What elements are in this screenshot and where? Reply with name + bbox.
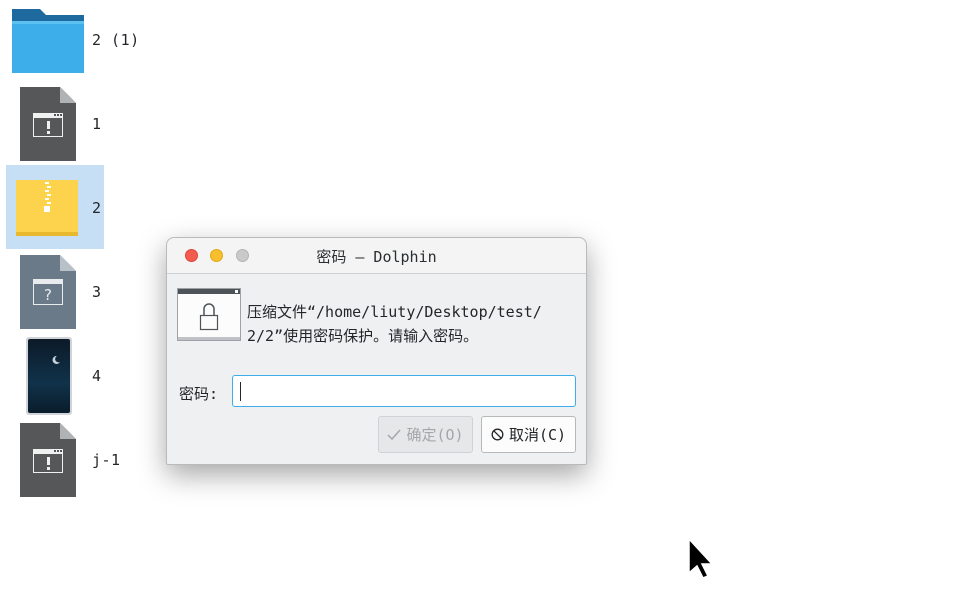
lock-icon — [177, 288, 241, 341]
image-file-icon — [26, 337, 72, 415]
dialog-titlebar[interactable]: 密码 — Dolphin — [167, 238, 586, 274]
desktop-item-folder-2-1[interactable]: 2 (1) — [6, 1, 266, 81]
executable-file-icon — [20, 87, 76, 161]
cancel-icon — [491, 428, 504, 441]
desktop-item-label: j-1 — [92, 451, 121, 469]
password-dialog: 密码 — Dolphin 压缩文件“/home/liuty/Desktop/te… — [166, 237, 587, 465]
desktop-item-label: 3 — [92, 283, 102, 301]
executable-file-icon — [20, 423, 76, 497]
password-label: 密码: — [179, 385, 219, 403]
unknown-file-icon: ? — [20, 255, 76, 329]
dialog-title: 密码 — Dolphin — [316, 248, 437, 266]
svg-text:?: ? — [44, 286, 52, 304]
desktop-item-label: 4 — [92, 367, 102, 385]
password-field[interactable] — [232, 375, 576, 407]
folder-icon — [12, 9, 84, 73]
cancel-button-label: 取消(C) — [508, 426, 567, 444]
dialog-message-line-2: 2/2”使用密码保护。请输入密码。 — [247, 327, 479, 345]
desktop-item-label: 2 (1) — [92, 31, 140, 49]
cancel-button[interactable]: 取消(C) — [481, 416, 576, 453]
check-icon — [387, 429, 402, 440]
dialog-message: 压缩文件“/home/liuty/Desktop/test/ 2/2”使用密码保… — [247, 300, 582, 348]
dialog-message-line-1: 压缩文件“/home/liuty/Desktop/test/ — [247, 303, 542, 321]
mouse-pointer-icon — [688, 538, 714, 579]
desktop-item-label: 2 — [92, 199, 102, 217]
ok-button-label: 确定(O) — [406, 426, 464, 444]
desktop-item-archive-2[interactable]: 2 — [6, 165, 266, 249]
desktop-item-label: 1 — [92, 115, 102, 133]
desktop-item-file-1[interactable]: 1 — [6, 85, 266, 165]
ok-button[interactable]: 确定(O) — [378, 416, 473, 453]
archive-file-icon — [16, 180, 78, 236]
text-caret — [240, 382, 241, 401]
